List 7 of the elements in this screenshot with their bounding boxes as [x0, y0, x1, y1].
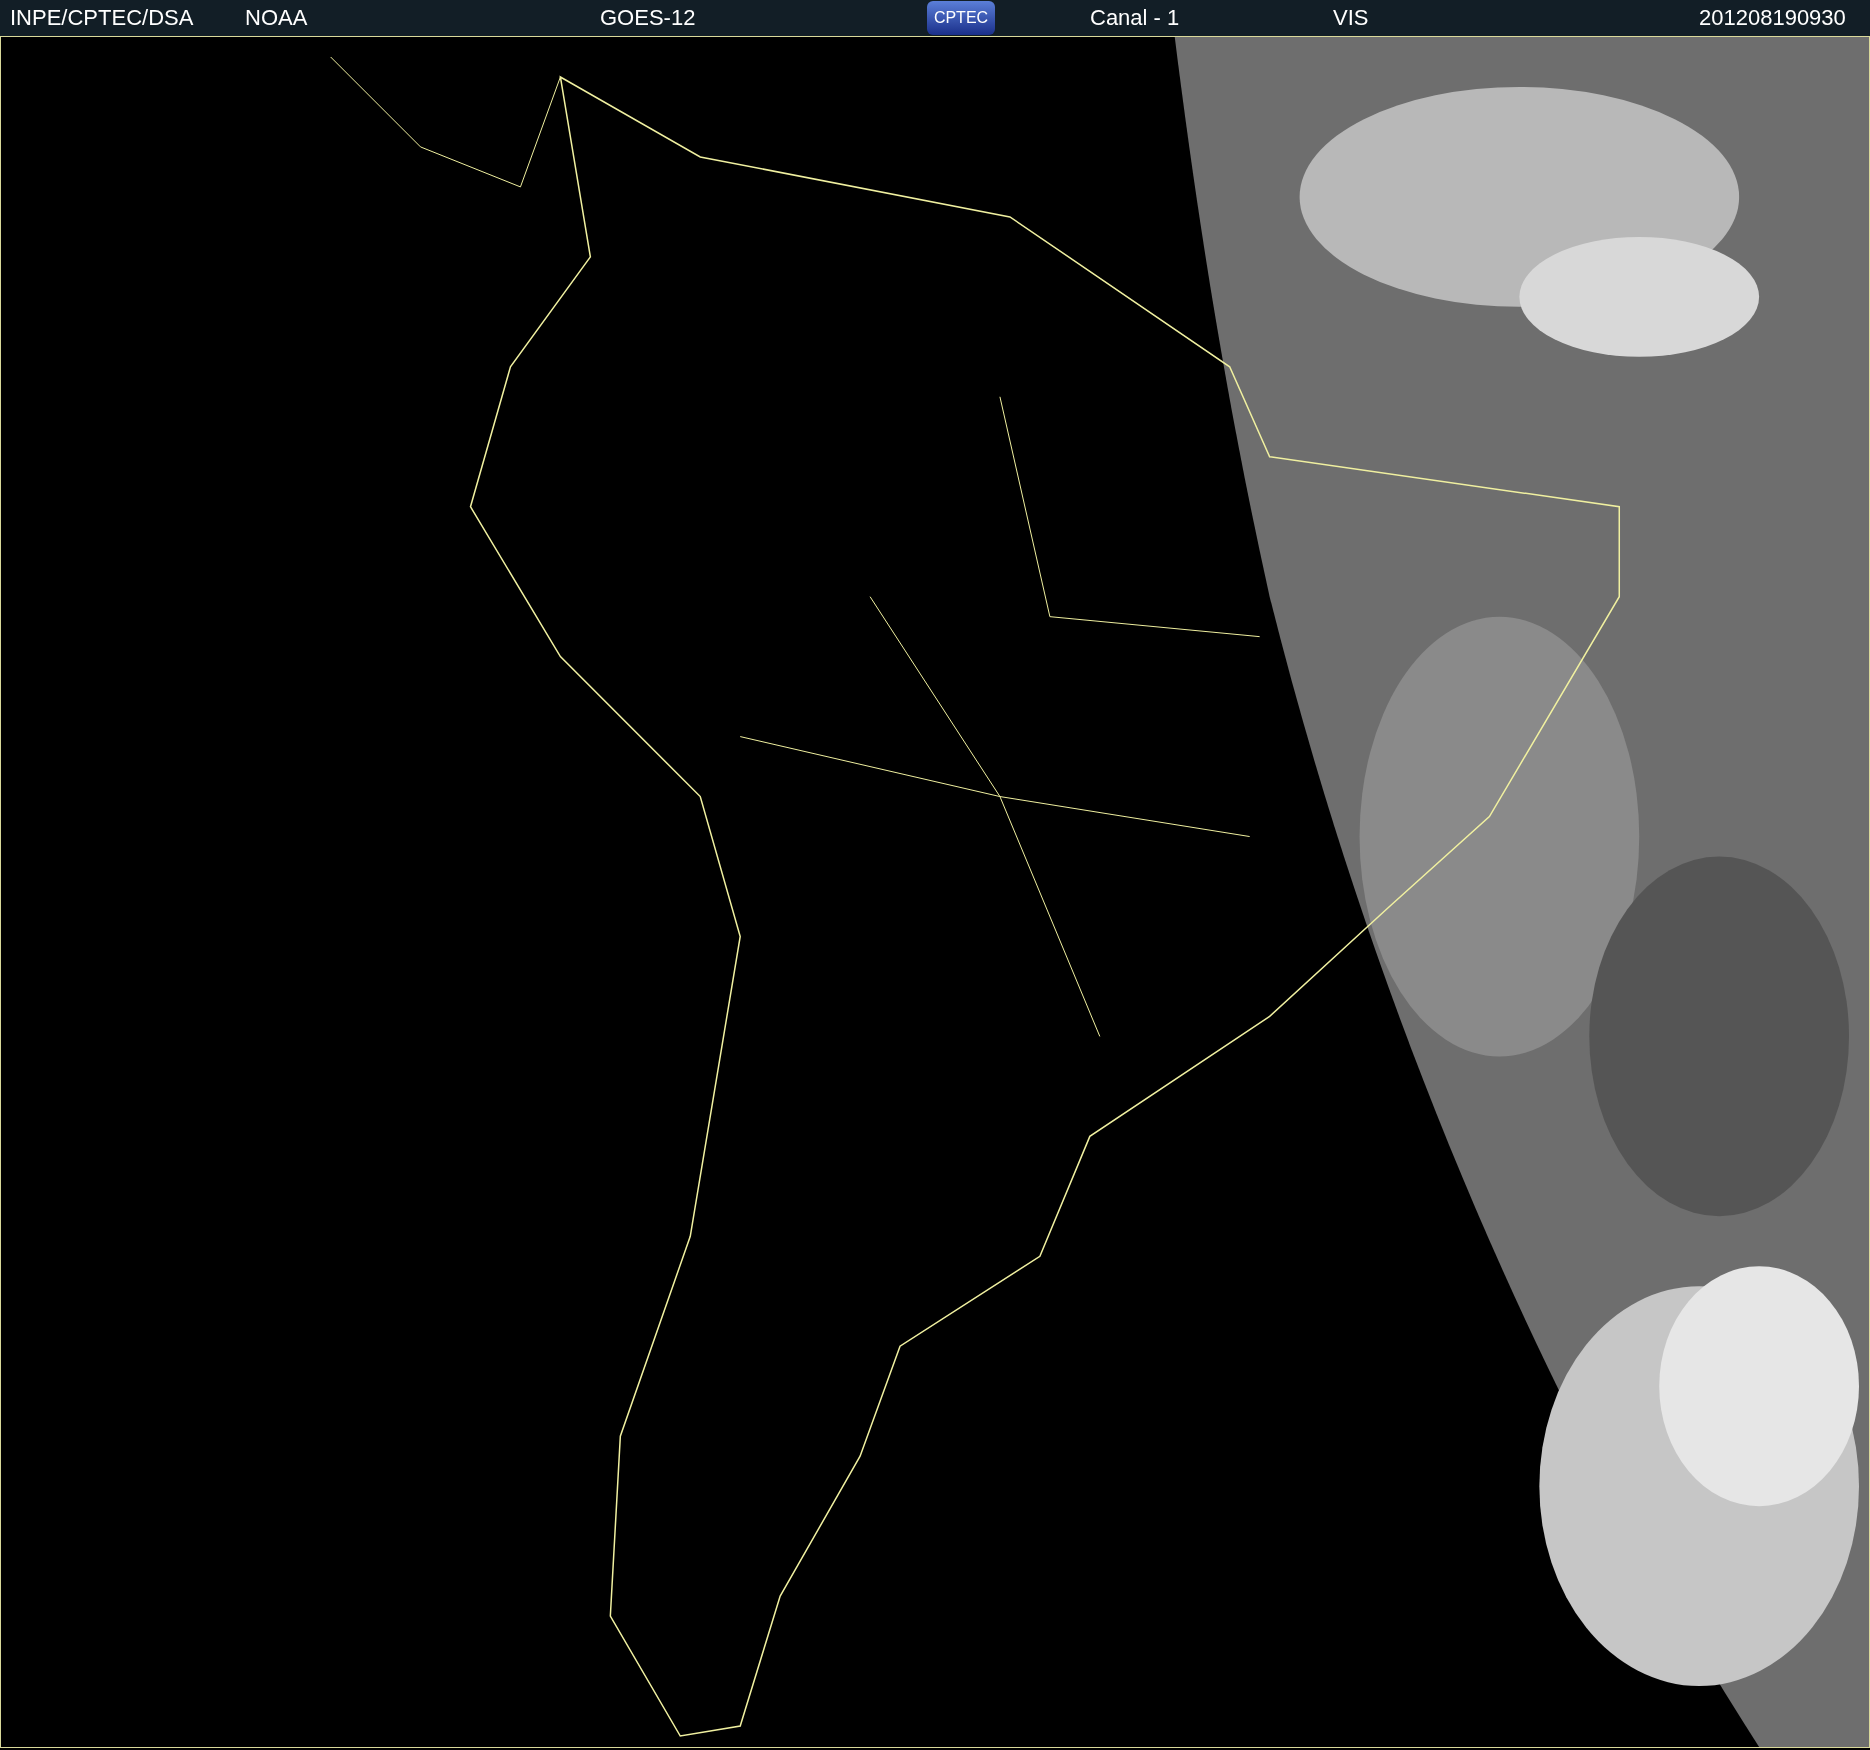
- satellite-label: GOES-12: [600, 5, 697, 31]
- timestamp-label: 201208190930: [1699, 5, 1846, 31]
- agency-label: NOAA: [245, 5, 309, 31]
- logo: CPTEC: [927, 1, 995, 35]
- source-label: INPE/CPTEC/DSA: [10, 5, 195, 31]
- channel-label: Canal - 1: [1090, 5, 1181, 31]
- band-label: VIS: [1333, 5, 1370, 31]
